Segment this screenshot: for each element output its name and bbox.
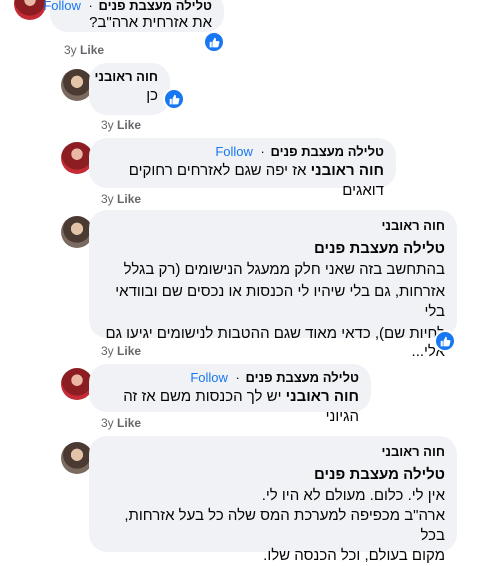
comment-text-line: בהתחשב בזה שאני חלק ממעגל הנישומים (רק ב…	[123, 261, 445, 278]
thumbs-up-icon	[440, 336, 450, 346]
follow-button[interactable]: Follow	[190, 370, 228, 385]
comment-bubble: חוה ראובני טלילה מעצבת פנים אין לי. כלום…	[89, 436, 457, 564]
mention-link[interactable]: טלילה מעצבת פנים	[101, 239, 445, 259]
comment-author[interactable]: חוה ראובני	[94, 69, 158, 84]
avatar[interactable]	[14, 0, 46, 20]
like-button[interactable]: Like	[117, 118, 141, 132]
reaction-badge[interactable]	[203, 31, 225, 53]
comment-time[interactable]: 3y	[101, 344, 114, 358]
reaction-badge[interactable]	[434, 330, 456, 352]
comment-author[interactable]: טלילה מעצבת פנים	[98, 0, 212, 13]
comment-author[interactable]: חוה ראובני	[101, 218, 445, 233]
follow-button[interactable]: Follow	[215, 144, 253, 159]
comment-meta: 3y Like	[101, 192, 155, 206]
comment-time[interactable]: 3y	[64, 43, 77, 57]
like-button[interactable]: Like	[117, 192, 141, 206]
comment-text-line: לחיות שם), כדאי מאוד שגם ההטבות לנישומים…	[105, 325, 445, 342]
comment-text-line: אזרחות, גם בלי שיהיו לי הכנסות או נכסים …	[115, 283, 445, 320]
mention-link[interactable]: חוה ראובני	[286, 388, 359, 405]
comment-author[interactable]: חוה ראובני	[101, 444, 445, 459]
comment-time[interactable]: 3y	[101, 118, 114, 132]
like-button[interactable]: Like	[80, 43, 104, 57]
like-button[interactable]: Like	[117, 416, 141, 430]
comment-text-line: אין לי. כלום. מעולם לא היו לי.	[261, 487, 445, 504]
mention-link[interactable]: חוה ראובני	[311, 162, 384, 179]
comment-text: כן	[146, 87, 158, 104]
thumbs-up-icon	[209, 37, 219, 47]
comment-bubble: טלילה מעצבת פנים · Follow חוה ראובני יש …	[89, 364, 371, 425]
separator-dot: ·	[88, 0, 93, 13]
comment-meta: 3y Like	[101, 416, 155, 430]
like-button[interactable]: Like	[117, 344, 141, 358]
comment-bubble: טלילה מעצבת פנים · Follow חוה ראובני אז …	[89, 138, 396, 199]
comment-meta: 3y Like	[101, 118, 155, 132]
thumbs-up-icon	[169, 94, 179, 104]
comment-time[interactable]: 3y	[101, 192, 114, 206]
comment-meta: 3y Like	[101, 344, 155, 358]
comment-text-line: ארה"ב מכפיפה למערכת המס שלה כל בעל אזרחו…	[124, 507, 445, 544]
separator-dot: ·	[235, 370, 240, 385]
comment-time[interactable]: 3y	[101, 416, 114, 430]
comment-bubble: חוה ראובני טלילה מעצבת פנים בהתחשב בזה ש…	[89, 210, 457, 360]
follow-button[interactable]: Follow	[43, 0, 81, 13]
comment-text: את אזרחית ארה"ב?	[89, 14, 212, 31]
comment-bubble: חוה ראובני כן	[89, 63, 170, 115]
comment-author[interactable]: טלילה מעצבת פנים	[270, 144, 384, 159]
reaction-badge[interactable]	[163, 88, 185, 110]
comment-meta: 3y Like	[64, 43, 114, 57]
separator-dot: ·	[260, 144, 265, 159]
comment-author[interactable]: טלילה מעצבת פנים	[245, 370, 359, 385]
comment-text-line: מקום בעולם, וכל הכנסה שלו.	[263, 547, 445, 564]
mention-link[interactable]: טלילה מעצבת פנים	[101, 465, 445, 485]
comment-bubble: טלילה מעצבת פנים · Follow את אזרחית ארה"…	[43, 0, 224, 32]
